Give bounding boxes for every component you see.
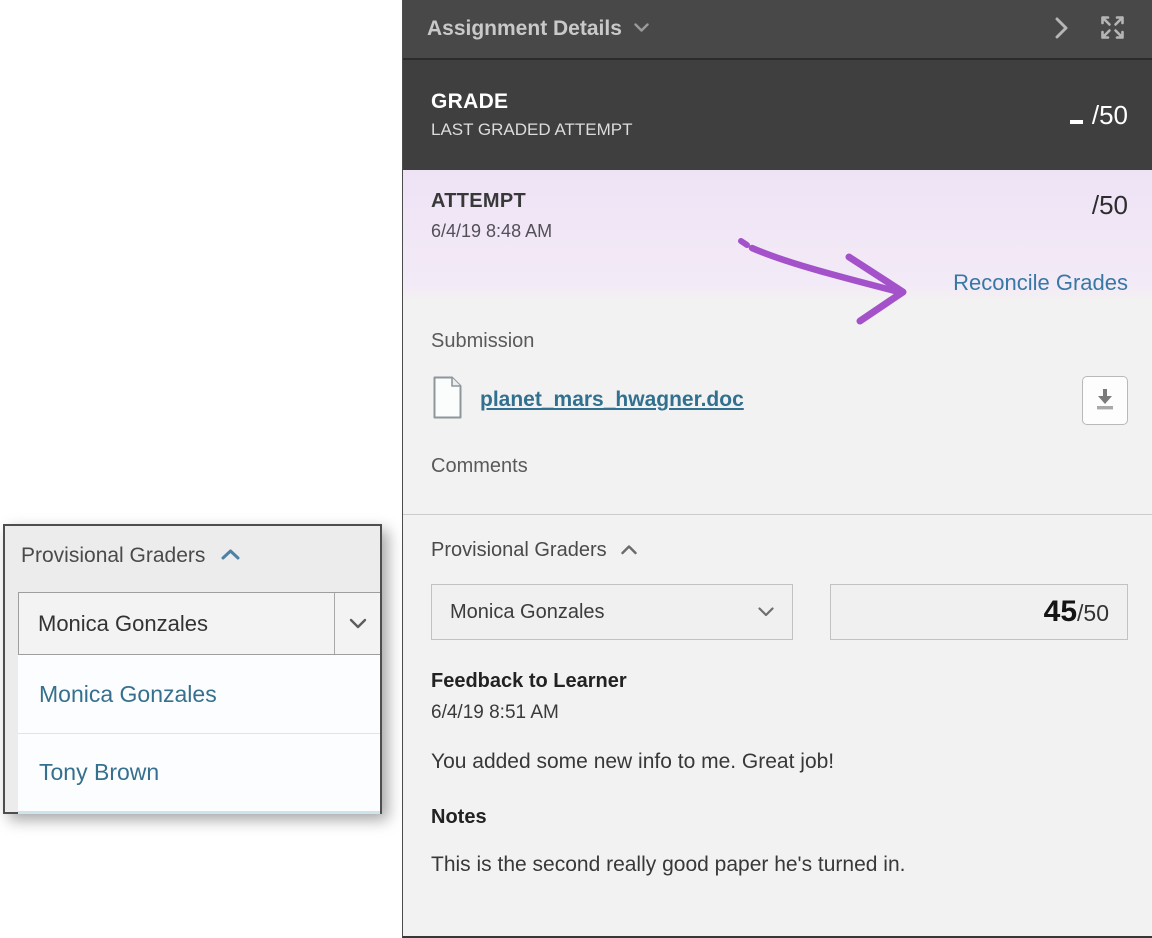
grade-section: GRADE LAST GRADED ATTEMPT /50 xyxy=(403,60,1152,170)
provisional-graders-callout: Provisional Graders Monica Gonzales Moni… xyxy=(3,524,382,814)
notes-text: This is the second really good paper he'… xyxy=(431,853,1128,877)
submission-file-link[interactable]: planet_mars_hwagner.doc xyxy=(480,388,744,412)
notes-heading: Notes xyxy=(431,806,1128,829)
provisional-grade-value: 45 xyxy=(1044,585,1077,639)
grader-option[interactable]: Tony Brown xyxy=(18,733,380,811)
panel-header: Assignment Details xyxy=(403,0,1152,60)
chevron-down-icon xyxy=(758,607,774,617)
submission-file-row: planet_mars_hwagner.doc xyxy=(431,375,1128,425)
download-icon xyxy=(1094,387,1116,414)
chevron-up-icon xyxy=(221,547,240,565)
reconcile-grades-link[interactable]: Reconcile Grades xyxy=(953,270,1128,296)
attempt-label: ATTEMPT xyxy=(431,190,1128,213)
empty-grade-indicator xyxy=(1070,120,1083,124)
grade-score: /50 xyxy=(1070,100,1128,131)
popup-graders-label: Provisional Graders xyxy=(21,544,205,568)
grader-controls-row: Monica Gonzales 45 /50 xyxy=(431,584,1128,640)
provisional-grade-max: /50 xyxy=(1077,586,1109,640)
popup-grader-select[interactable]: Monica Gonzales xyxy=(18,592,380,655)
popup-grader-select-value: Monica Gonzales xyxy=(19,611,208,637)
chevron-down-icon xyxy=(634,20,649,38)
chevron-right-icon xyxy=(1055,16,1069,43)
submission-section: Submission planet_mars_hwagner.doc xyxy=(403,300,1152,515)
provisional-graders-toggle[interactable]: Provisional Graders xyxy=(431,539,637,562)
provisional-grade-pill: 45 /50 xyxy=(830,584,1128,640)
attempt-score-max: /50 xyxy=(1092,190,1128,221)
collapse-panel-button[interactable] xyxy=(1055,16,1069,43)
fullscreen-button[interactable] xyxy=(1099,14,1126,44)
comments-label: Comments xyxy=(431,455,1128,478)
assignment-details-panel: Assignment Details xyxy=(402,0,1152,938)
popup-graders-toggle[interactable]: Provisional Graders xyxy=(5,526,240,568)
grade-score-max: /50 xyxy=(1092,100,1128,131)
attempt-date: 6/4/19 8:48 AM xyxy=(431,221,1128,242)
chevron-down-icon xyxy=(334,593,380,654)
grader-options-list: Monica Gonzales Tony Brown xyxy=(18,655,380,814)
grader-option[interactable]: Monica Gonzales xyxy=(18,655,380,733)
submission-label: Submission xyxy=(431,330,1128,353)
grade-sublabel: LAST GRADED ATTEMPT xyxy=(431,120,633,140)
feedback-date: 6/4/19 8:51 AM xyxy=(431,702,1128,724)
feedback-text: You added some new info to me. Great job… xyxy=(431,750,1128,774)
grader-select-value: Monica Gonzales xyxy=(450,601,605,624)
expand-icon xyxy=(1099,14,1126,44)
file-icon xyxy=(431,375,464,425)
provisional-graders-section: Provisional Graders Monica Gonzales 45 /… xyxy=(403,515,1152,936)
panel-title-dropdown[interactable]: Assignment Details xyxy=(427,17,649,41)
grader-select[interactable]: Monica Gonzales xyxy=(431,584,793,640)
attempt-section: ATTEMPT 6/4/19 8:48 AM /50 Reconcile Gra… xyxy=(403,170,1152,300)
panel-title: Assignment Details xyxy=(427,17,622,41)
chevron-up-icon xyxy=(621,542,637,560)
grade-label: GRADE xyxy=(431,90,633,114)
download-button[interactable] xyxy=(1082,376,1128,425)
provisional-graders-label: Provisional Graders xyxy=(431,539,607,562)
feedback-heading: Feedback to Learner xyxy=(431,670,1128,693)
